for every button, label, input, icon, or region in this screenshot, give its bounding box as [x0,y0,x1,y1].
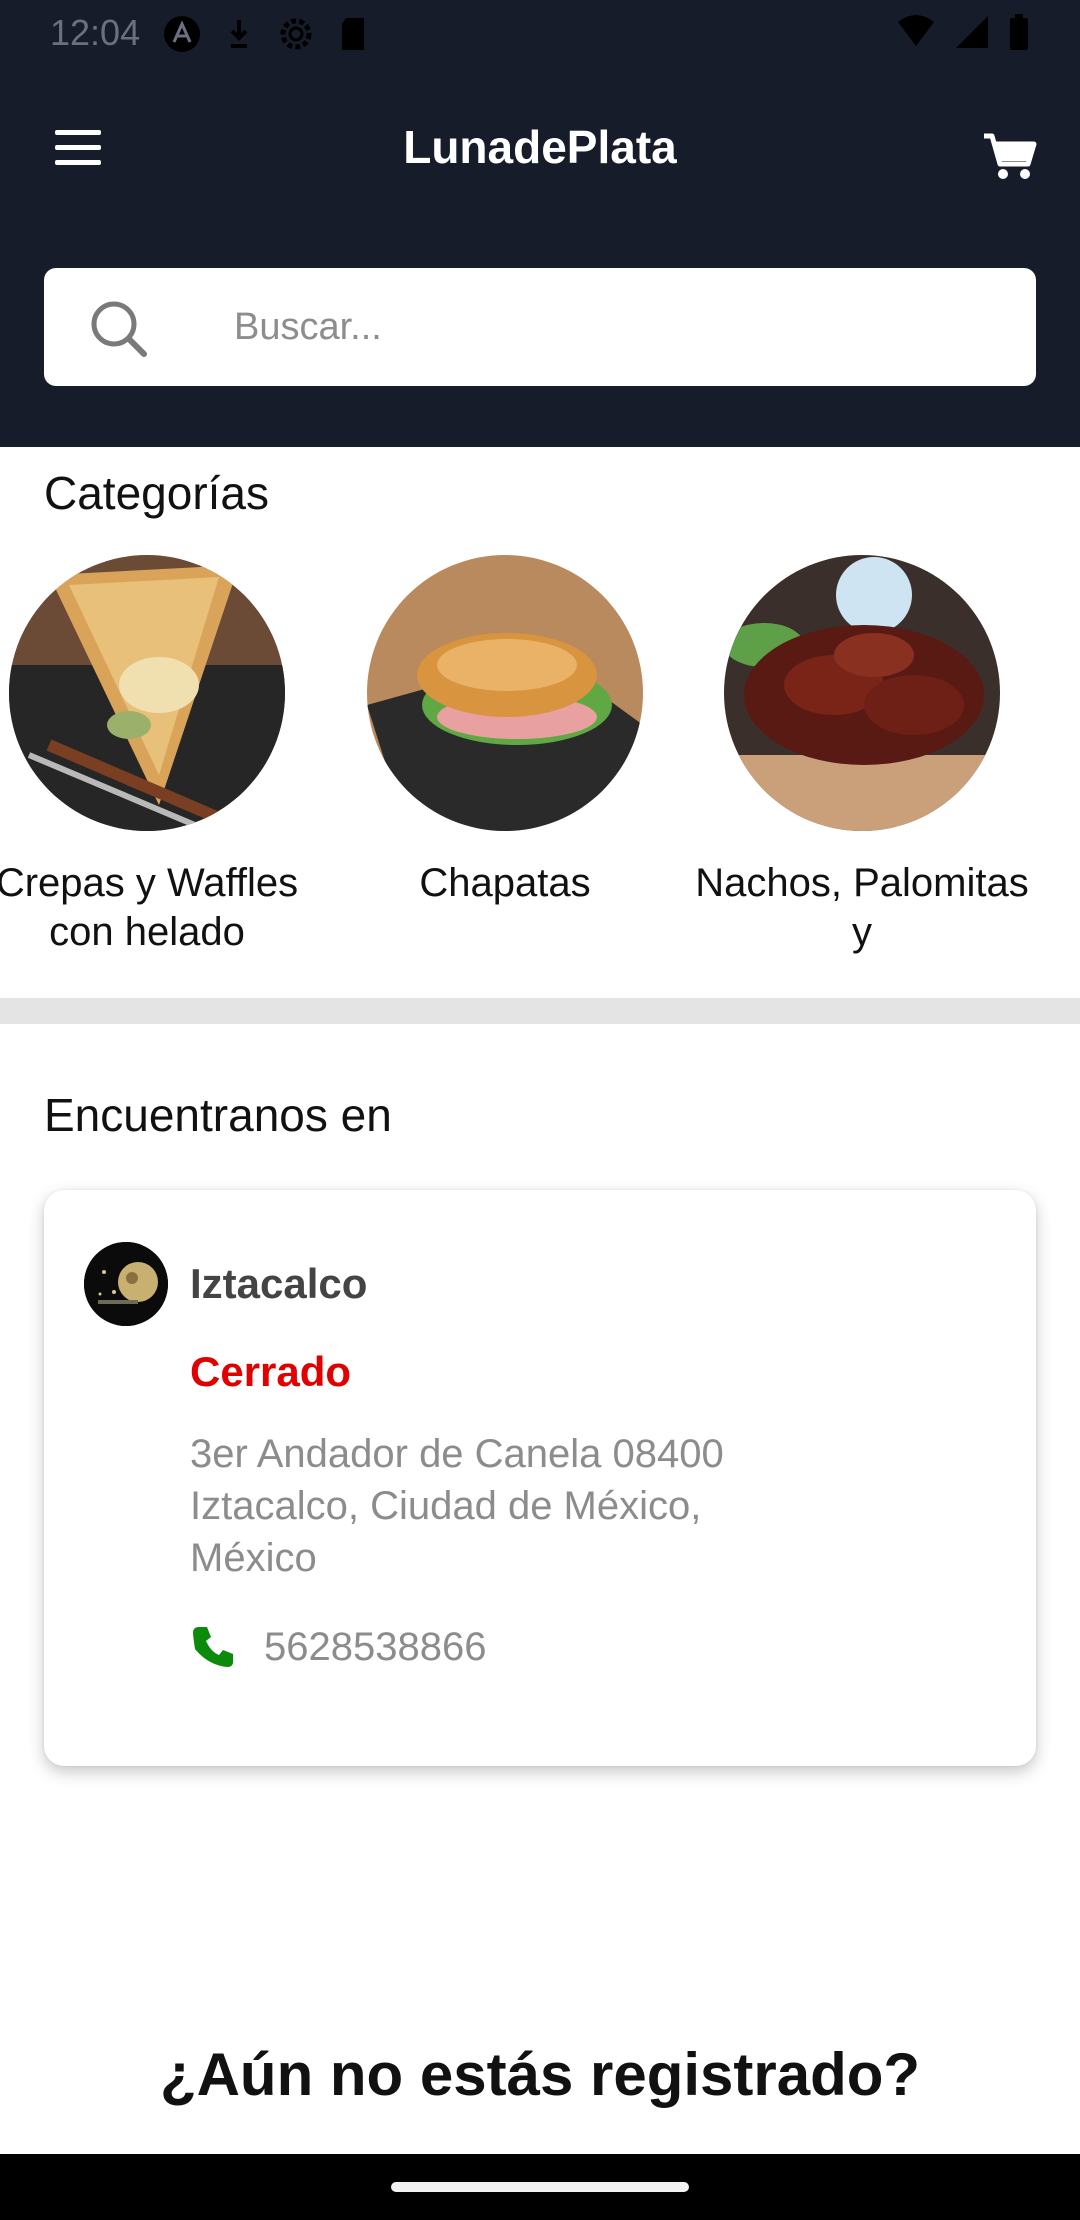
app-header: 12:04 LunadePlata [0,0,1080,447]
app-notification-icon [164,16,200,52]
section-divider [0,998,1080,1024]
status-system-icons [896,14,1030,50]
category-label: Chapatas [419,861,591,905]
system-navigation-bar [0,2154,1080,2220]
branch-status-badge: Cerrado [190,1348,352,1395]
categories-carousel[interactable]: Crepas y Waffles con helado Chapatas Nac… [0,555,1080,975]
status-notification-icons [162,14,368,54]
sd-card-icon [342,18,364,50]
shopping-cart-icon[interactable] [982,130,1038,182]
register-prompt: ¿Aún no estás registrado? [159,2041,921,2108]
category-image [367,555,643,831]
categories-title: Categorías [44,467,270,519]
search-input[interactable] [234,288,994,366]
category-crepas-waffles[interactable]: Crepas y Waffles con helado [0,555,327,957]
status-bar: 12:04 [0,0,1080,66]
settings-gear-icon [280,18,312,50]
branch-avatar [84,1242,168,1326]
branch-address: 3er Andador de Canela 08400 Iztacalco, C… [190,1432,724,1580]
category-label: Nachos, Palomitas y [695,861,1029,954]
app-title: LunadePlata [403,121,677,173]
category-label: Crepas y Waffles con helado [0,861,299,954]
search-bar[interactable] [44,268,1036,386]
signal-icon [956,16,988,48]
locations-title: Encuentranos en [44,1089,392,1141]
download-icon [230,20,248,48]
branch-phone[interactable]: 5628538866 [190,1620,486,1674]
category-image [9,555,285,831]
battery-icon [1010,14,1028,50]
phone-number: 5628538866 [264,1624,487,1669]
category-chapatas[interactable]: Chapatas [325,555,685,908]
search-icon [91,301,147,357]
category-image [724,555,1000,831]
category-nachos-palomitas[interactable]: Nachos, Palomitas y [682,555,1042,957]
location-card[interactable]: Iztacalco Cerrado 3er Andador de Canela … [44,1190,1036,1766]
branch-name: Iztacalco [190,1260,368,1307]
phone-icon [193,1627,233,1667]
wifi-icon [898,15,934,46]
home-gesture-handle[interactable] [391,2182,689,2192]
status-time: 12:04 [50,12,141,53]
